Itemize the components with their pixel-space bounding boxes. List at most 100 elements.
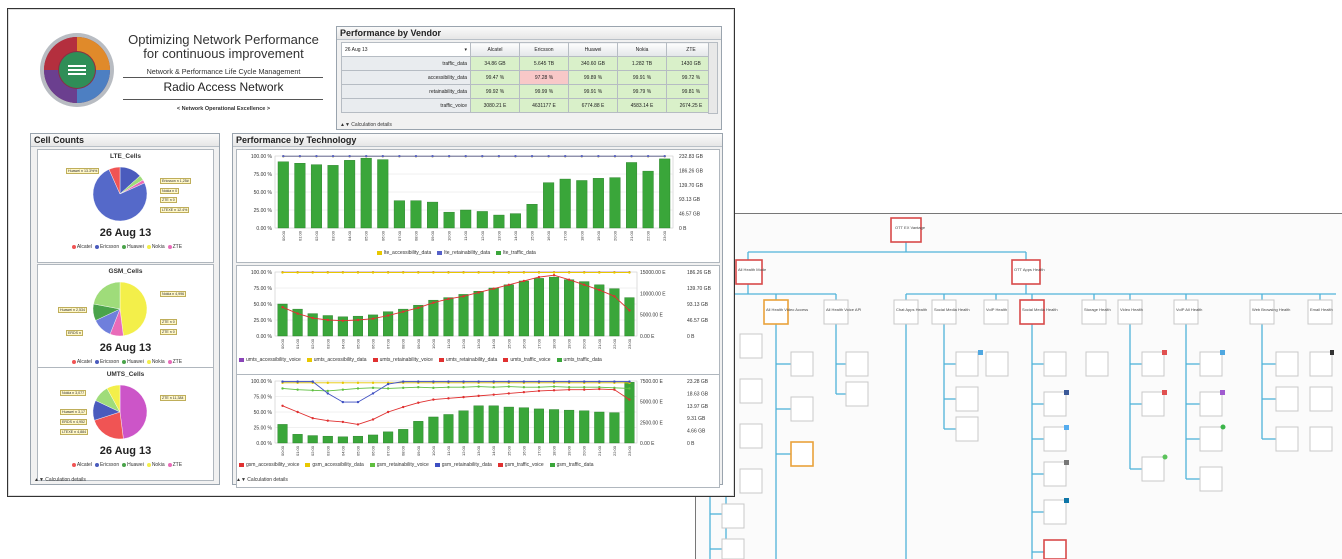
data-point[interactable] xyxy=(432,271,435,274)
data-point[interactable] xyxy=(628,387,631,390)
data-point[interactable] xyxy=(492,287,495,290)
data-point[interactable] xyxy=(537,386,541,389)
bar[interactable] xyxy=(609,412,620,444)
bar[interactable] xyxy=(609,177,621,229)
tree-node-video-access[interactable]: All Health Video Access xyxy=(763,299,808,325)
data-point[interactable] xyxy=(552,271,556,274)
bar[interactable] xyxy=(352,435,363,444)
data-point[interactable] xyxy=(326,389,329,393)
bar[interactable] xyxy=(428,299,439,337)
data-point[interactable] xyxy=(481,154,484,158)
bar[interactable] xyxy=(443,211,455,229)
data-point[interactable] xyxy=(462,271,465,274)
legend-item[interactable]: gsm_traffic_data xyxy=(549,462,594,468)
data-point[interactable] xyxy=(462,395,465,399)
legend-item[interactable]: lte_retainability_data xyxy=(437,250,490,256)
data-point[interactable] xyxy=(356,271,360,274)
data-point[interactable] xyxy=(522,279,526,283)
data-point[interactable] xyxy=(507,392,510,395)
bar[interactable] xyxy=(626,162,638,229)
data-point[interactable] xyxy=(417,271,420,274)
legend-item[interactable]: umts_traffic_data xyxy=(556,357,602,363)
data-point[interactable] xyxy=(583,388,586,391)
data-point[interactable] xyxy=(522,390,526,394)
tree-leaf[interactable] xyxy=(1141,391,1165,417)
legend-item[interactable]: gsm_retainability_voice xyxy=(369,462,429,468)
data-point[interactable] xyxy=(447,154,451,158)
bar[interactable] xyxy=(576,180,588,229)
data-point[interactable] xyxy=(567,278,571,281)
tree-leaf[interactable] xyxy=(1043,499,1067,525)
tree-leaf[interactable] xyxy=(739,468,763,494)
bar[interactable] xyxy=(594,411,605,444)
tree-node-chat-apps[interactable]: Chat Apps Health xyxy=(893,299,927,325)
data-point[interactable] xyxy=(417,401,420,404)
data-point[interactable] xyxy=(311,417,314,420)
data-point[interactable] xyxy=(341,388,345,391)
bar[interactable] xyxy=(488,405,499,444)
data-point[interactable] xyxy=(296,312,299,315)
bar[interactable] xyxy=(294,162,306,229)
tree-leaf[interactable] xyxy=(845,351,869,377)
bar[interactable] xyxy=(509,213,521,229)
data-point[interactable] xyxy=(598,387,601,391)
data-point[interactable] xyxy=(537,389,541,393)
tree-leaf[interactable] xyxy=(1085,351,1109,377)
bar[interactable] xyxy=(307,435,318,444)
bar[interactable] xyxy=(277,161,289,229)
bar[interactable] xyxy=(624,297,635,337)
tree-leaf[interactable] xyxy=(721,538,745,559)
data-point[interactable] xyxy=(537,271,541,274)
data-point[interactable] xyxy=(477,394,480,398)
tree-node-video[interactable]: Video Health xyxy=(1117,299,1143,325)
tree-node-ott-apps-health[interactable]: OTT Apps Health xyxy=(1011,259,1045,285)
data-point[interactable] xyxy=(462,386,465,389)
data-point[interactable] xyxy=(432,380,435,383)
tree-leaf[interactable] xyxy=(1043,461,1067,487)
data-point[interactable] xyxy=(547,154,550,158)
data-point[interactable] xyxy=(537,275,541,279)
calculation-details-link[interactable]: ▲▼ Calculation details xyxy=(340,122,392,128)
data-point[interactable] xyxy=(567,388,571,391)
bar[interactable] xyxy=(360,157,372,229)
data-point[interactable] xyxy=(356,400,360,404)
tree-leaf[interactable] xyxy=(721,503,745,529)
data-point[interactable] xyxy=(356,381,360,385)
tree-leaf[interactable] xyxy=(1199,426,1223,452)
umts-chart[interactable]: 100.00 % 75.00 % 50.00 % 25.00 % 0.00 % 186.2… xyxy=(236,265,720,379)
data-point[interactable] xyxy=(371,392,375,395)
data-point[interactable] xyxy=(628,380,631,383)
data-point[interactable] xyxy=(628,398,631,401)
tree-leaf[interactable] xyxy=(739,423,763,449)
data-point[interactable] xyxy=(462,295,465,298)
data-point[interactable] xyxy=(281,404,284,407)
data-point[interactable] xyxy=(348,154,351,158)
data-point[interactable] xyxy=(492,386,495,389)
data-point[interactable] xyxy=(464,154,467,158)
data-point[interactable] xyxy=(613,380,616,383)
data-point[interactable] xyxy=(583,271,586,274)
tree-leaf[interactable] xyxy=(1199,466,1223,492)
data-point[interactable] xyxy=(552,385,556,388)
pie-chart[interactable] xyxy=(82,383,158,441)
data-point[interactable] xyxy=(580,154,583,158)
data-point[interactable] xyxy=(402,386,405,390)
bar[interactable] xyxy=(642,170,654,229)
data-point[interactable] xyxy=(628,271,631,274)
data-point[interactable] xyxy=(356,318,360,322)
data-point[interactable] xyxy=(663,154,666,158)
data-point[interactable] xyxy=(402,310,405,313)
legend-item[interactable]: umts_accessibility_data xyxy=(306,357,367,363)
bar[interactable] xyxy=(398,308,409,337)
tree-node-voip[interactable]: VoIP Health xyxy=(983,299,1009,325)
data-point[interactable] xyxy=(296,271,299,274)
data-point[interactable] xyxy=(298,154,302,158)
data-point[interactable] xyxy=(281,380,284,383)
data-point[interactable] xyxy=(567,271,571,274)
calculation-details-link[interactable]: ▲▼ Calculation details xyxy=(34,477,86,483)
data-point[interactable] xyxy=(386,271,390,274)
data-point[interactable] xyxy=(296,380,299,383)
tree-leaf[interactable] xyxy=(1199,351,1223,377)
bar[interactable] xyxy=(458,294,469,337)
data-point[interactable] xyxy=(514,154,517,158)
